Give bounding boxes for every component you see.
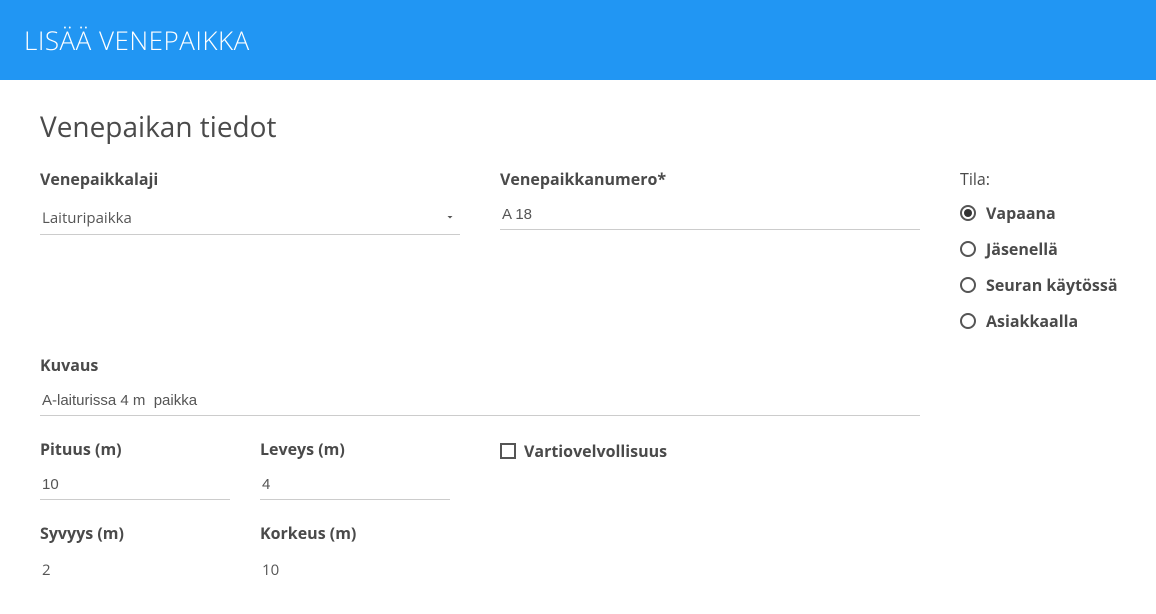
status-option-jasenella[interactable]: Jäsenellä	[960, 238, 1156, 260]
number-input[interactable]	[500, 200, 920, 230]
width-label: Leveys (m)	[260, 438, 450, 460]
status-label-0: Vapaana	[986, 202, 1056, 224]
field-description: Kuvaus	[40, 354, 920, 416]
radio-icon	[960, 277, 976, 293]
col-status: Tila: Vapaana Jäsenellä Seuran käytössä …	[960, 168, 1156, 346]
status-label-2: Seuran käytössä	[986, 274, 1118, 296]
status-label-1: Jäsenellä	[986, 238, 1058, 260]
field-type: Venepaikkalaji Laituripaikka	[40, 168, 460, 235]
height-value[interactable]: 10	[260, 554, 450, 586]
description-input[interactable]	[40, 386, 920, 416]
guard-label: Vartiovelvollisuus	[524, 440, 667, 462]
row-dims1: Pituus (m) Leveys (m) Vartiovelvollisuus	[40, 438, 1116, 522]
content: Venepaikan tiedot Venepaikkalaji Laituri…	[0, 80, 1156, 614]
width-input[interactable]	[260, 470, 450, 500]
status-title: Tila:	[960, 168, 1156, 190]
type-label: Venepaikkalaji	[40, 168, 460, 190]
description-label: Kuvaus	[40, 354, 920, 376]
field-height: Korkeus (m) 10	[260, 522, 450, 586]
chevron-down-icon	[444, 206, 456, 228]
checkbox-icon	[500, 443, 516, 459]
col-left: Venepaikkalaji Laituripaikka	[40, 168, 460, 257]
radio-icon	[960, 205, 976, 221]
section-title: Venepaikan tiedot	[40, 108, 1116, 146]
status-label-3: Asiakkaalla	[986, 310, 1078, 332]
radio-icon	[960, 313, 976, 329]
length-label: Pituus (m)	[40, 438, 230, 460]
page-title: LISÄÄ VENEPAIKKA	[24, 22, 250, 58]
radio-icon	[960, 241, 976, 257]
depth-label: Syvyys (m)	[40, 522, 230, 544]
status-option-vapaana[interactable]: Vapaana	[960, 202, 1156, 224]
status-option-seuran[interactable]: Seuran käytössä	[960, 274, 1156, 296]
field-depth: Syvyys (m) 2	[40, 522, 230, 586]
field-number: Venepaikkanumero*	[500, 168, 920, 230]
col-mid: Venepaikkanumero*	[500, 168, 920, 252]
length-input[interactable]	[40, 470, 230, 500]
field-length: Pituus (m)	[40, 438, 230, 500]
height-label: Korkeus (m)	[260, 522, 450, 544]
depth-value[interactable]: 2	[40, 554, 230, 586]
type-select[interactable]: Laituripaikka	[40, 200, 460, 235]
row-dims2: Syvyys (m) 2 Korkeus (m) 10	[40, 522, 1116, 586]
row-main: Venepaikkalaji Laituripaikka Venepaikkan…	[40, 168, 1116, 346]
field-width: Leveys (m)	[260, 438, 450, 500]
guard-checkbox-row[interactable]: Vartiovelvollisuus	[500, 440, 920, 462]
number-label: Venepaikkanumero*	[500, 168, 920, 190]
page-header: LISÄÄ VENEPAIKKA	[0, 0, 1156, 80]
status-option-asiakkaalla[interactable]: Asiakkaalla	[960, 310, 1156, 332]
type-value: Laituripaikka	[42, 208, 132, 228]
